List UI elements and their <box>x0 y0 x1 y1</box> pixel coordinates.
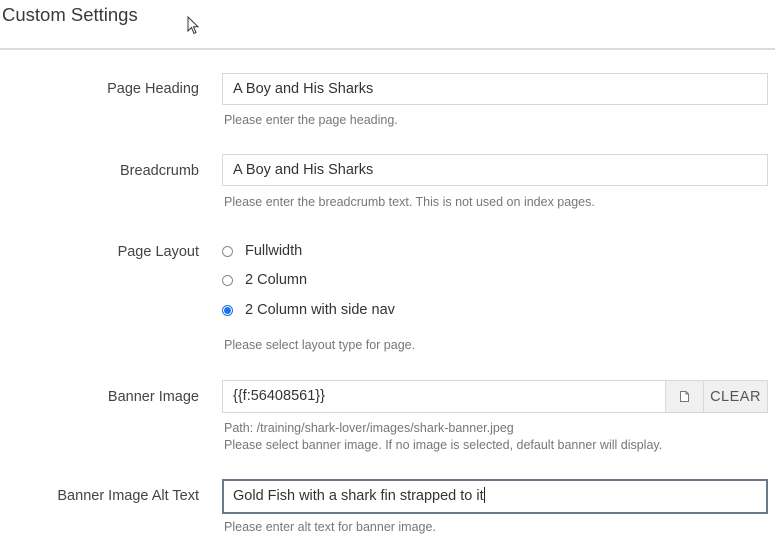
radio-label: 2 Column with side nav <box>245 302 395 318</box>
banner-alt-input[interactable]: Gold Fish with a shark fin strapped to i… <box>222 479 768 514</box>
page-layout-label: Page Layout <box>117 244 199 260</box>
banner-alt-label: Banner Image Alt Text <box>57 488 199 504</box>
banner-alt-help: Please enter alt text for banner image. <box>224 520 436 534</box>
mouse-cursor-icon <box>187 16 200 35</box>
section-divider <box>0 48 775 50</box>
radio-label: Fullwidth <box>245 243 303 259</box>
clear-button[interactable]: CLEAR <box>703 381 767 412</box>
browse-file-button[interactable] <box>665 381 703 412</box>
page-heading-input[interactable]: A Boy and His Sharks <box>222 73 768 105</box>
radio-2-column[interactable] <box>222 274 233 286</box>
breadcrumb-label: Breadcrumb <box>120 163 199 179</box>
text-caret <box>483 487 485 503</box>
page-heading-value: A Boy and His Sharks <box>233 81 374 97</box>
page-layout-help: Please select layout type for page. <box>224 338 416 352</box>
layout-option-fullwidth[interactable]: Fullwidth <box>222 241 302 261</box>
layout-option-2-column[interactable]: 2 Column <box>222 270 307 290</box>
banner-image-input[interactable]: {{f:56408561}} <box>223 381 665 412</box>
banner-image-field: {{f:56408561}} CLEAR <box>222 380 768 413</box>
banner-image-label: Banner Image <box>107 389 199 405</box>
banner-image-help: Please select banner image. If no image … <box>224 438 663 452</box>
radio-label: 2 Column <box>245 272 308 288</box>
file-icon <box>680 391 689 402</box>
radio-2-column-side-nav[interactable] <box>222 304 233 316</box>
page-heading-help: Please enter the page heading. <box>224 113 398 127</box>
breadcrumb-help: Please enter the breadcrumb text. This i… <box>224 195 595 209</box>
radio-fullwidth[interactable] <box>222 245 233 257</box>
breadcrumb-value: A Boy and His Sharks <box>233 162 374 178</box>
section-title: Custom Settings <box>2 4 138 25</box>
banner-image-path: Path: /training/shark-lover/images/shark… <box>224 421 514 435</box>
layout-option-2-column-side-nav[interactable]: 2 Column with side nav <box>222 300 395 320</box>
banner-alt-value: Gold Fish with a shark fin strapped to i… <box>233 488 484 504</box>
page-heading-label: Page Heading <box>107 81 199 97</box>
breadcrumb-input[interactable]: A Boy and His Sharks <box>222 154 768 186</box>
